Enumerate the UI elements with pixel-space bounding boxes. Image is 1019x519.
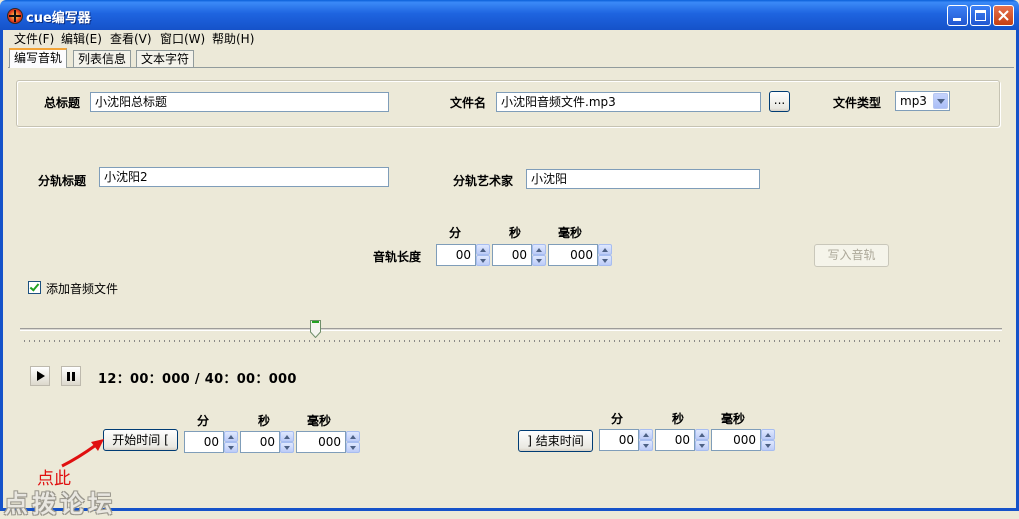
- tab-list-info[interactable]: 列表信息: [73, 50, 132, 67]
- position-slider-track[interactable]: [20, 328, 1002, 331]
- file-type-select[interactable]: mp3: [895, 91, 950, 111]
- app-icon: [7, 8, 23, 24]
- file-type-value: mp3: [900, 94, 927, 108]
- title-bar[interactable]: cue编写器: [0, 0, 1019, 30]
- length-minute-header: 分: [449, 226, 462, 240]
- tab-text-chars[interactable]: 文本字符: [136, 50, 195, 67]
- play-icon: [37, 371, 45, 381]
- track-title-label: 分轨标题: [38, 174, 87, 188]
- length-second-spinner[interactable]: [532, 244, 546, 266]
- length-minute-spinner[interactable]: [476, 244, 490, 266]
- start-time-button[interactable]: 开始时间 [: [103, 429, 178, 451]
- spin-down-icon[interactable]: [224, 442, 238, 453]
- window-frame-left: [0, 30, 3, 511]
- end-second-header: 秒: [672, 412, 685, 426]
- spin-down-icon[interactable]: [346, 442, 360, 453]
- start-minute-header: 分: [197, 414, 210, 428]
- start-second-header: 秒: [258, 414, 271, 428]
- end-second-input[interactable]: 00: [655, 429, 695, 451]
- file-name-input[interactable]: 小沈阳音频文件.mp3: [496, 92, 761, 112]
- spin-up-icon[interactable]: [695, 429, 709, 440]
- write-track-button[interactable]: 写入音轨: [814, 244, 889, 267]
- window-title: cue编写器: [26, 11, 91, 26]
- length-second-input[interactable]: 00: [492, 244, 532, 266]
- file-name-label: 文件名: [450, 96, 487, 110]
- tab-baseline: [8, 67, 1014, 68]
- start-second-spinner[interactable]: [280, 431, 294, 453]
- spin-up-icon[interactable]: [476, 244, 490, 255]
- spin-up-icon[interactable]: [639, 429, 653, 440]
- spin-down-icon[interactable]: [761, 440, 775, 451]
- spin-down-icon[interactable]: [532, 255, 546, 266]
- time-readout: 12：00：000 / 40：00：000: [98, 372, 297, 387]
- menu-edit[interactable]: 编辑(E): [61, 31, 102, 47]
- track-length-label: 音轨长度: [373, 250, 422, 264]
- slider-thumb[interactable]: [309, 320, 321, 338]
- length-second-header: 秒: [509, 226, 522, 240]
- length-ms-input[interactable]: 000: [548, 244, 598, 266]
- start-ms-header: 毫秒: [307, 414, 332, 428]
- play-button[interactable]: [30, 366, 50, 386]
- track-artist-label: 分轨艺术家: [453, 174, 514, 188]
- close-icon: [998, 10, 1009, 21]
- track-title-input[interactable]: 小沈阳2: [99, 167, 389, 187]
- end-ms-input[interactable]: 000: [711, 429, 761, 451]
- spin-up-icon[interactable]: [598, 244, 612, 255]
- end-minute-input[interactable]: 00: [599, 429, 639, 451]
- menu-view[interactable]: 查看(V): [110, 31, 152, 47]
- minimize-button[interactable]: [947, 5, 968, 26]
- track-artist-input[interactable]: 小沈阳: [526, 169, 760, 189]
- slider-ticks: [24, 340, 1000, 342]
- length-ms-header: 毫秒: [558, 226, 583, 240]
- spin-down-icon[interactable]: [639, 440, 653, 451]
- tab-write-track[interactable]: 编写音轨: [9, 48, 68, 68]
- start-minute-spinner[interactable]: [224, 431, 238, 453]
- spin-down-icon[interactable]: [280, 442, 294, 453]
- pause-button[interactable]: [61, 366, 81, 386]
- end-ms-header: 毫秒: [721, 412, 746, 426]
- length-ms-spinner[interactable]: [598, 244, 612, 266]
- menu-file[interactable]: 文件(F): [14, 31, 54, 47]
- end-time-button[interactable]: ] 结束时间: [518, 430, 593, 452]
- end-ms-spinner[interactable]: [761, 429, 775, 451]
- minimize-icon: [953, 18, 961, 21]
- spin-down-icon[interactable]: [695, 440, 709, 451]
- spin-down-icon[interactable]: [598, 255, 612, 266]
- chevron-down-icon[interactable]: [933, 93, 948, 109]
- end-minute-spinner[interactable]: [639, 429, 653, 451]
- file-type-label: 文件类型: [833, 96, 882, 110]
- add-audio-checkbox[interactable]: [28, 281, 41, 294]
- spin-up-icon[interactable]: [532, 244, 546, 255]
- spin-up-icon[interactable]: [280, 431, 294, 442]
- browse-button[interactable]: ...: [769, 91, 790, 112]
- pause-icon: [67, 372, 75, 381]
- start-ms-spinner[interactable]: [346, 431, 360, 453]
- maximize-button[interactable]: [970, 5, 991, 26]
- end-minute-header: 分: [611, 412, 624, 426]
- start-ms-input[interactable]: 000: [296, 431, 346, 453]
- close-button[interactable]: [993, 5, 1014, 26]
- start-second-input[interactable]: 00: [240, 431, 280, 453]
- menu-help[interactable]: 帮助(H): [212, 31, 254, 47]
- length-minute-input[interactable]: 00: [436, 244, 476, 266]
- add-audio-label: 添加音频文件: [46, 282, 119, 296]
- end-second-spinner[interactable]: [695, 429, 709, 451]
- spin-down-icon[interactable]: [476, 255, 490, 266]
- album-title-input[interactable]: 小沈阳总标题: [90, 92, 389, 112]
- spin-up-icon[interactable]: [346, 431, 360, 442]
- album-title-label: 总标题: [44, 96, 81, 110]
- spin-up-icon[interactable]: [761, 429, 775, 440]
- maximize-icon: [975, 10, 986, 21]
- watermark: 点拨论坛: [4, 490, 116, 518]
- spin-up-icon[interactable]: [224, 431, 238, 442]
- start-minute-input[interactable]: 00: [184, 431, 224, 453]
- menu-window[interactable]: 窗口(W): [160, 31, 205, 47]
